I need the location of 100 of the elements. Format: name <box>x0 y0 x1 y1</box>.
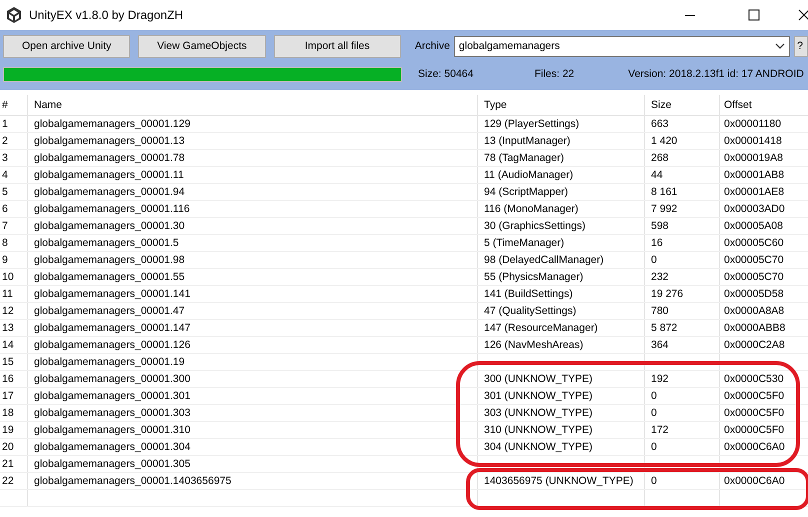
column-header[interactable]: Offset <box>720 95 808 115</box>
table-cell: 12 <box>2 305 14 317</box>
table-cell: 5 (TimeManager) <box>484 237 564 249</box>
table-cell: 10 <box>2 271 14 283</box>
table-cell: globalgamemanagers_00001.305 <box>34 458 190 470</box>
table-cell: 0x0000C6A0 <box>724 441 785 453</box>
table-cell: 598 <box>651 220 669 232</box>
table-cell: 0x00005D58 <box>724 288 784 300</box>
table-cell: 6 <box>2 203 8 215</box>
table-cell: 9 <box>2 254 8 266</box>
column-header[interactable]: # <box>0 95 28 115</box>
table-cell: 98 (DelayedCallManager) <box>484 254 604 266</box>
table-cell: 304 (UNKNOW_TYPE) <box>484 441 593 453</box>
table-cell: 0x00005C70 <box>724 271 784 283</box>
table-cell: 15 <box>2 356 14 368</box>
close-icon[interactable] <box>798 9 808 21</box>
table-cell: 1403656975 (UNKNOW_TYPE) <box>484 475 634 487</box>
table-cell: 0x00005C60 <box>724 237 784 249</box>
table-cell: 0x00003AD0 <box>724 203 785 215</box>
table-cell: 55 (PhysicsManager) <box>484 271 584 283</box>
table-cell: 0x0000C5F0 <box>724 390 784 402</box>
table-cell: 0 <box>651 407 657 419</box>
column-header[interactable]: Name <box>28 95 478 115</box>
toolbar-button[interactable]: View GameObjects <box>138 34 266 58</box>
files-label: Files: 22 <box>534 68 574 80</box>
table-cell: 1 420 <box>651 135 678 147</box>
table-cell: 7 <box>2 220 8 232</box>
table-cell: 0 <box>651 390 657 402</box>
table-cell: 8 161 <box>651 186 678 198</box>
table-cell: globalgamemanagers_00001.11 <box>34 169 184 181</box>
table-cell: 0x0000C6A0 <box>724 475 785 487</box>
table-cell: 16 <box>2 373 14 385</box>
table-cell: 0x0000C5F0 <box>724 424 784 436</box>
help-button[interactable]: ? <box>794 36 808 56</box>
table-cell: 47 (QualitySettings) <box>484 305 576 317</box>
table-cell: 0x00001418 <box>724 135 782 147</box>
table-cell: 11 (AudioManager) <box>484 169 574 181</box>
table-cell: globalgamemanagers_00001.301 <box>34 390 190 402</box>
table-cell: 0x000019A8 <box>724 152 783 164</box>
table-cell: globalgamemanagers_00001.5 <box>34 237 179 249</box>
table-cell: 5 872 <box>651 322 678 334</box>
table-cell: 172 <box>651 424 669 436</box>
table-cell: 301 (UNKNOW_TYPE) <box>484 390 593 402</box>
table-cell: 310 (UNKNOW_TYPE) <box>484 424 593 436</box>
table-cell: 116 (MonoManager) <box>484 203 578 215</box>
table-cell: 13 <box>2 322 14 334</box>
table-cell: globalgamemanagers_00001.129 <box>34 118 190 130</box>
table-cell: 147 (ResourceManager) <box>484 322 598 334</box>
table-cell: 268 <box>651 152 669 164</box>
table-cell: 0x0000A8A8 <box>724 305 784 317</box>
table-cell: 13 (InputManager) <box>484 135 570 147</box>
table-cell: 19 276 <box>651 288 684 300</box>
table-cell: 364 <box>651 339 669 351</box>
table-cell: 663 <box>651 118 669 130</box>
table-cell: 129 (PlayerSettings) <box>484 118 580 130</box>
archive-dropdown[interactable]: globalgamemanagers <box>454 36 790 56</box>
table-cell: globalgamemanagers_00001.310 <box>34 424 190 436</box>
table-cell: 0x0000C5F0 <box>724 407 784 419</box>
table-cell: 0 <box>651 475 657 487</box>
table-cell: 126 (NavMeshAreas) <box>484 339 584 351</box>
toolbar-button[interactable]: Import all files <box>274 34 401 58</box>
table-cell: globalgamemanagers_00001.303 <box>34 407 190 419</box>
table-cell: 0x0000C530 <box>724 373 784 385</box>
maximize-icon[interactable] <box>748 9 760 21</box>
table-cell: 3 <box>2 152 8 164</box>
table-cell: 7 992 <box>651 203 678 215</box>
archive-label: Archive <box>414 40 450 52</box>
table-cell: 0x00005C70 <box>724 254 784 266</box>
table-cell: 11 <box>2 288 13 300</box>
table-cell: 0x0000ABB8 <box>724 322 786 334</box>
table-cell: globalgamemanagers_00001.304 <box>34 441 190 453</box>
dropdown-caret-icon[interactable] <box>775 43 786 49</box>
table-cell: 5 <box>2 186 8 198</box>
table-cell: 1 <box>2 118 8 130</box>
table-cell: 19 <box>2 424 14 436</box>
table-cell: 22 <box>2 475 14 487</box>
table-cell: globalgamemanagers_00001.94 <box>34 186 185 198</box>
toolbar-button[interactable]: Open archive Unity <box>3 34 130 58</box>
table-cell: globalgamemanagers_00001.13 <box>34 135 185 147</box>
table-cell: 16 <box>651 237 663 249</box>
table-cell: 232 <box>651 271 669 283</box>
column-header[interactable]: Size <box>645 95 720 115</box>
window-title: UnityEX v1.8.0 by DragonZH <box>29 8 184 22</box>
table-cell: 94 (ScriptMapper) <box>484 186 568 198</box>
table-cell: 303 (UNKNOW_TYPE) <box>484 407 593 419</box>
table-cell: 300 (UNKNOW_TYPE) <box>484 373 593 385</box>
table-cell: 14 <box>2 339 14 351</box>
size-label: Size: 50464 <box>418 68 474 80</box>
table-cell: 0 <box>651 441 657 453</box>
table-cell: 4 <box>2 169 8 181</box>
version-label: Version: 2018.2.13f1 id: 17 ANDROID <box>628 68 804 80</box>
table-cell: 2 <box>2 135 8 147</box>
table-cell: 30 (GraphicsSettings) <box>484 220 586 232</box>
table-cell: globalgamemanagers_00001.78 <box>34 152 185 164</box>
table-cell: 0x00001AE8 <box>724 186 784 198</box>
table-cell: 18 <box>2 407 14 419</box>
table-cell: 0x0000C2A8 <box>724 339 785 351</box>
table-cell: 78 (TagManager) <box>484 152 564 164</box>
column-header[interactable]: Type <box>478 95 645 115</box>
unity-logo-icon <box>5 6 23 24</box>
